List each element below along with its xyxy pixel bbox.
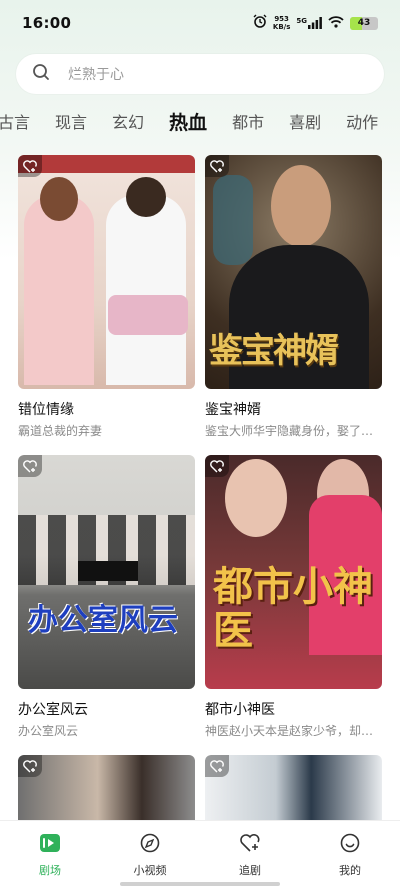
network-speed-unit: KB/s (272, 23, 291, 31)
signal-icon: 5G (296, 17, 322, 29)
follow-tag-icon[interactable] (18, 155, 42, 177)
drama-description: 办公室风云 (18, 724, 79, 738)
nav-profile[interactable]: 我的 (310, 833, 390, 889)
compass-icon (139, 833, 161, 857)
drama-description: 鉴宝大师华宇隐藏身份，娶了… (205, 424, 374, 438)
follow-tag-icon[interactable] (18, 455, 42, 477)
follow-tag-icon[interactable] (205, 755, 229, 777)
poster-image (205, 755, 382, 820)
follow-tag-icon[interactable] (205, 155, 229, 177)
search-placeholder: 烂熟于心 (68, 67, 124, 83)
poster-title-text: 都市小神医 (213, 563, 373, 654)
tab-xianyan[interactable]: 现言 (55, 109, 87, 133)
drama-card[interactable]: 都市小神医 都市小神医 神医赵小天本是赵家少爷，却… (205, 455, 382, 739)
nav-short-video[interactable]: 小视频 (110, 833, 190, 889)
drama-description: 霸道总裁的弃妻 (18, 424, 103, 438)
category-tabs: 古言 现言 玄幻 热血 都市 喜剧 动作 (0, 102, 398, 140)
follow-tag-icon[interactable] (18, 755, 42, 777)
drama-title: 鉴宝神婿 (205, 402, 261, 418)
nav-following[interactable]: 追剧 (210, 833, 290, 889)
tab-xiju[interactable]: 喜剧 (289, 109, 321, 133)
poster-title-text: 鉴宝神婿 (209, 331, 339, 371)
follow-tag-icon[interactable] (205, 455, 229, 477)
network-speed: 953 KB/s (273, 15, 290, 31)
nav-label: 小视频 (133, 864, 167, 877)
drama-description: 神医赵小天本是赵家少爷，却… (205, 724, 374, 738)
poster-image: 办公室风云 (18, 455, 195, 689)
status-bar: 16:00 953 KB/s 5G 43 (0, 0, 400, 46)
search-icon (32, 63, 50, 85)
poster-image (18, 155, 195, 389)
poster-image: 都市小神医 (205, 455, 382, 689)
nav-label: 我的 (339, 864, 361, 877)
search-bar[interactable]: 烂熟于心 (16, 54, 384, 94)
battery-level: 43 (357, 17, 371, 28)
tab-xuanhuan[interactable]: 玄幻 (112, 109, 144, 133)
battery-icon: 43 (350, 16, 378, 30)
drama-title: 错位情缘 (18, 402, 74, 418)
poster-image: 鉴宝神婿 (205, 155, 382, 389)
drama-title: 都市小神医 (205, 702, 275, 718)
status-icons: 953 KB/s 5G 43 (253, 14, 378, 32)
tab-dushi[interactable]: 都市 (232, 109, 264, 133)
poster-image (18, 755, 195, 820)
alarm-icon (253, 14, 267, 32)
poster-title-text: 办公室风云 (28, 603, 178, 638)
bottom-nav: 剧场 小视频 追剧 我的 (0, 820, 400, 889)
wifi-icon (328, 14, 344, 32)
drama-card[interactable]: 办公室风云 办公室风云 办公室风云 (18, 455, 195, 739)
tab-guyan[interactable]: 古言 (0, 109, 30, 133)
network-speed-value: 953 (274, 15, 289, 23)
clock: 16:00 (22, 14, 72, 32)
signal-label: 5G (296, 17, 307, 25)
theater-icon (39, 833, 61, 857)
drama-card[interactable] (18, 755, 195, 820)
home-indicator[interactable] (120, 882, 280, 886)
drama-card[interactable] (205, 755, 382, 820)
tab-rexue[interactable]: 热血 (169, 108, 207, 135)
drama-card[interactable]: 错位情缘 霸道总裁的弃妻 (18, 155, 195, 439)
smile-icon (339, 833, 361, 857)
heart-plus-icon (239, 833, 261, 857)
drama-card[interactable]: 鉴宝神婿 鉴宝神婿 鉴宝大师华宇隐藏身份，娶了… (205, 155, 382, 439)
nav-theater[interactable]: 剧场 (10, 833, 90, 889)
nav-label: 剧场 (39, 864, 61, 877)
nav-label: 追剧 (239, 864, 261, 877)
drama-title: 办公室风云 (18, 702, 88, 718)
tab-dongzuo[interactable]: 动作 (346, 109, 378, 133)
